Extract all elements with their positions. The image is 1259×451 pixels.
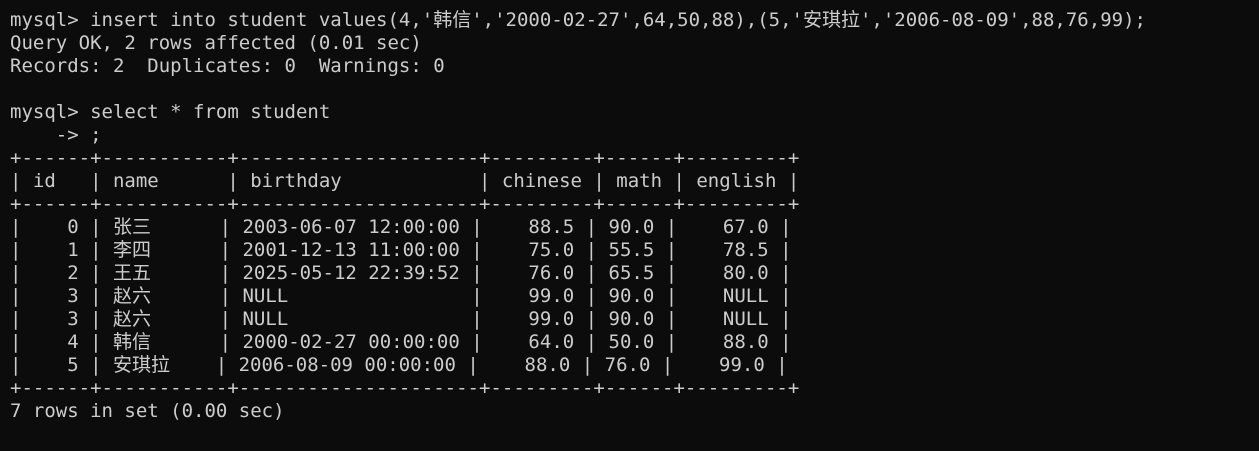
table-row: | 2 | 王五 | 2025-05-12 22:39:52 | 76.0 | … bbox=[10, 262, 792, 284]
table-border-bottom: +------+-----------+--------------------… bbox=[10, 377, 800, 399]
table-row: | 0 | 张三 | 2003-06-07 12:00:00 | 88.5 | … bbox=[10, 216, 792, 238]
continuation-line: -> ; bbox=[10, 124, 102, 146]
rows-in-set-line: 7 rows in set (0.00 sec) bbox=[10, 400, 285, 422]
insert-command-line: mysql> insert into student values(4,'韩信'… bbox=[10, 9, 1146, 31]
table-row: | 4 | 韩信 | 2000-02-27 00:00:00 | 64.0 | … bbox=[10, 331, 792, 353]
table-header-row: | id | name | birthday | chinese | math … bbox=[10, 170, 800, 192]
table-row: | 5 | 安琪拉 | 2006-08-09 00:00:00 | 88.0 |… bbox=[10, 354, 788, 376]
table-row: | 1 | 李四 | 2001-12-13 11:00:00 | 75.0 | … bbox=[10, 239, 792, 261]
table-row: | 3 | 赵六 | NULL | 99.0 | 90.0 | NULL | bbox=[10, 285, 792, 307]
table-row: | 3 | 赵六 | NULL | 99.0 | 90.0 | NULL | bbox=[10, 308, 792, 330]
query-result-line: Query OK, 2 rows affected (0.01 sec) bbox=[10, 32, 422, 54]
table-border-top: +------+-----------+--------------------… bbox=[10, 147, 800, 169]
terminal-window[interactable]: mysql> insert into student values(4,'韩信'… bbox=[0, 0, 1259, 451]
records-summary-line: Records: 2 Duplicates: 0 Warnings: 0 bbox=[10, 55, 445, 77]
table-border-header: +------+-----------+--------------------… bbox=[10, 193, 800, 215]
select-command-line: mysql> select * from student bbox=[10, 101, 331, 123]
